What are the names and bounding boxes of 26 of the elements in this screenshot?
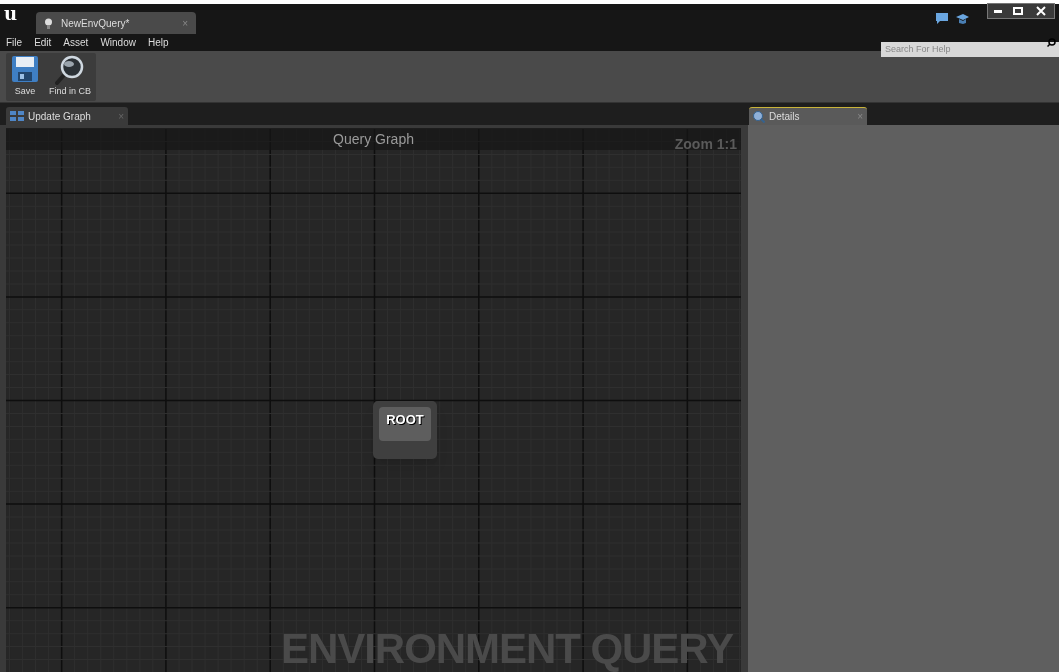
engine-logo: u — [4, 5, 18, 23]
menu-item[interactable]: File — [0, 35, 29, 50]
magnifier-icon — [55, 54, 85, 85]
document-tab-title: NewEnvQuery* — [61, 16, 131, 31]
root-node[interactable]: ROOT — [373, 401, 437, 459]
chat-icon[interactable] — [936, 13, 948, 24]
menu-item[interactable]: Window — [94, 35, 142, 50]
graduation-cap-icon[interactable] — [956, 13, 969, 24]
pin-icon — [44, 17, 53, 29]
details-tab-title: Details — [769, 110, 801, 124]
info-magnifier-icon — [753, 110, 765, 123]
grid-icon — [10, 111, 24, 121]
graph-tab[interactable]: Update Graph × — [6, 107, 128, 125]
menu-item[interactable]: Edit — [28, 35, 58, 50]
toolbar-button[interactable]: Find in CB — [46, 54, 95, 99]
graph-tab-title: Update Graph — [28, 109, 92, 124]
toolbar-button[interactable]: Save — [8, 54, 42, 99]
graph-watermark: ENVIRONMENT QUERY — [281, 628, 733, 670]
menu-item[interactable]: Help — [141, 35, 175, 50]
document-tab[interactable]: NewEnvQuery* × — [36, 12, 196, 34]
search-icon — [1047, 38, 1056, 47]
help-search-field[interactable]: Search For Help — [881, 41, 1059, 57]
zoom-level: Zoom 1:1 — [674, 135, 737, 154]
graph-title: Query Graph — [333, 129, 414, 149]
details-tab[interactable]: Details × — [749, 107, 867, 125]
menu-item[interactable]: Asset — [57, 35, 95, 50]
